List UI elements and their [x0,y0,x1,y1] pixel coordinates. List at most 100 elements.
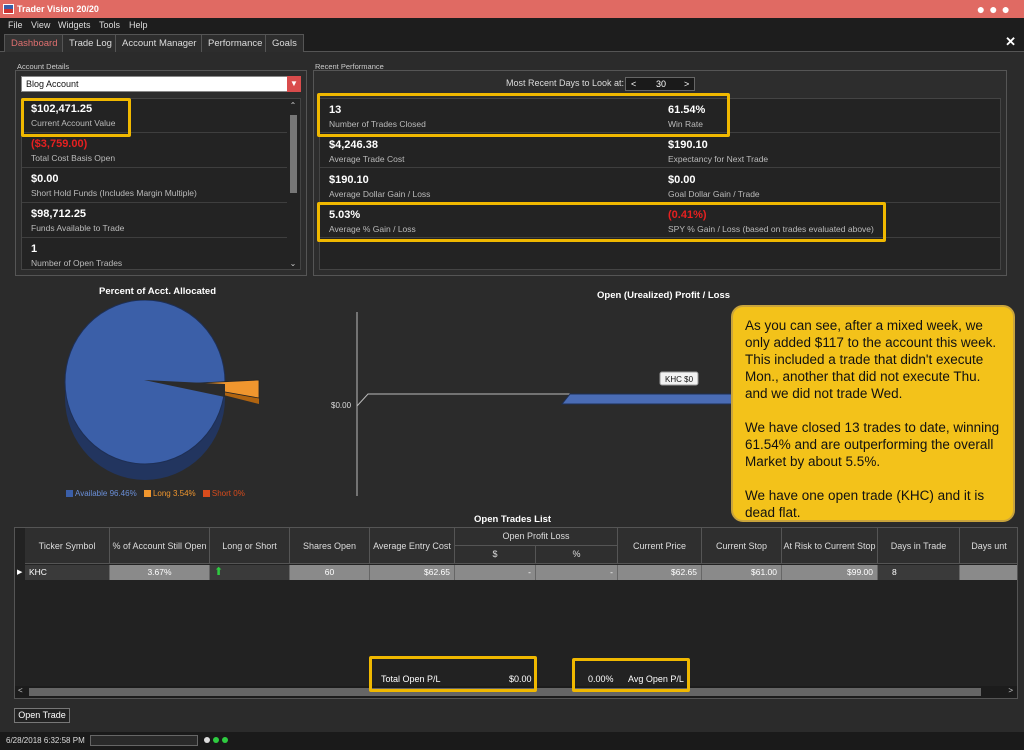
tab-dashboard[interactable]: Dashboard [4,34,65,52]
cell-shares[interactable]: 60 [290,565,370,580]
pie-slice-available [64,300,226,465]
chevron-right-icon[interactable]: > [684,79,689,89]
col-days-until[interactable]: Days unt [960,528,1017,564]
cell-current-stop[interactable]: $61.00 [702,565,782,580]
total-open-pl-label: Total Open P/L [381,674,441,684]
col-at-risk[interactable]: At Risk to Current Stop [782,528,878,564]
cell-long-short[interactable]: ⬆ [210,565,290,580]
chevron-left-icon[interactable]: < [18,686,23,695]
total-open-pl-value: $0.00 [509,674,532,684]
pie-legend: Available 96.46% Long 3.54% Short 0% [66,489,250,498]
legend-short: Short 0% [202,489,245,498]
days-label: Most Recent Days to Look at: [506,78,625,88]
col-pl-dollar[interactable]: $ [455,546,536,564]
chevron-down-icon[interactable]: ▼ [287,76,301,92]
close-icon[interactable]: ✕ [1005,34,1016,50]
col-open-pl[interactable]: Open Profit Loss [455,528,618,546]
status-dot-icon [204,737,210,743]
col-shares[interactable]: Shares Open [290,528,370,564]
chevron-up-icon[interactable]: ⌃ [288,101,298,111]
highlight-box [317,202,886,242]
highlight-box [21,98,131,137]
account-list-scrollbar[interactable]: ⌃ ⌄ [288,101,298,269]
avg-open-pl-label: Avg Open P/L [628,674,684,684]
cell-pct-open[interactable]: 3.67% [110,565,210,580]
legend-available: Available 96.46% [66,489,137,498]
tab-goals[interactable]: Goals [265,34,304,52]
tab-bar: Dashboard Trade Log Account Manager Perf… [0,32,1024,52]
long-arrow-icon: ⬆ [214,566,224,578]
col-long-short[interactable]: Long or Short [210,528,290,564]
status-dot-icon [213,737,219,743]
expectancy-label: Expectancy for Next Trade [668,154,769,164]
short-hold-label: Short Hold Funds (Includes Margin Multip… [31,188,197,198]
goal-dollar-gain-label: Goal Dollar Gain / Trade [668,189,760,199]
cell-days[interactable]: 8 [878,565,960,580]
list-item: 1 Number of Open Trades [22,239,287,269]
chevron-left-icon[interactable]: < [631,79,636,89]
app-flag-icon [3,4,14,14]
pie-chart [64,300,260,480]
col-pct-open[interactable]: % of Account Still Open [110,528,210,564]
menu-tools[interactable]: Tools [99,20,120,30]
menu-widgets[interactable]: Widgets [58,20,91,30]
days-stepper[interactable]: < 30 > [625,77,695,91]
pie-chart-title: Percent of Acct. Allocated [99,286,217,297]
cost-basis-label: Total Cost Basis Open [31,153,116,163]
col-entry[interactable]: Average Entry Cost [370,528,455,564]
cell-pl-dollar[interactable]: - [455,565,536,580]
menu-file[interactable]: File [8,20,23,30]
days-value[interactable]: 30 [656,79,666,89]
avg-dollar-gain-value: $190.10 [329,174,369,186]
col-current-stop[interactable]: Current Stop [702,528,782,564]
account-select[interactable]: Blog Account ▼ [21,76,301,92]
avg-dollar-gain-label: Average Dollar Gain / Loss [329,189,431,199]
callout-paragraph-1: As you can see, after a mixed week, we o… [745,318,997,401]
expectancy-value: $190.10 [668,139,708,151]
menu-view[interactable]: View [31,20,50,30]
funds-available-value: $98,712.25 [31,208,87,220]
avg-trade-cost-value: $4,246.38 [329,139,378,151]
avg-trade-cost-label: Average Trade Cost [329,154,405,164]
account-select-value: Blog Account [26,79,79,89]
menu-bar: File View Widgets Tools Help [0,18,1024,32]
cell-days-until[interactable] [960,565,1017,580]
status-progress-bar [90,735,198,746]
chevron-right-icon[interactable]: > [1008,686,1013,695]
open-trades-count-label: Number of Open Trades [31,258,123,268]
cell-ticker[interactable]: KHC [25,565,110,580]
pl-chart-title: Open (Urealized) Profit / Loss [597,290,731,301]
bar-data-label: KHC $0 [665,375,694,384]
callout-paragraph-3: We have one open trade (KHC) and it is d… [745,488,985,520]
cell-pl-pct[interactable]: - [536,565,618,580]
scrollbar-thumb[interactable] [290,115,297,193]
legend-long-name: Long [152,489,171,498]
cell-at-risk[interactable]: $99.00 [782,565,878,580]
cell-entry[interactable]: $62.65 [370,565,455,580]
legend-available-value: 96.46% [109,489,137,498]
col-current-price[interactable]: Current Price [618,528,702,564]
col-days[interactable]: Days in Trade [878,528,960,564]
open-trades-count: 1 [31,243,38,255]
table-row: $4,246.38 Average Trade Cost $190.10 Expec… [320,134,1000,168]
open-trade-button[interactable]: Open Trade [14,708,70,723]
tab-performance[interactable]: Performance [201,34,270,52]
tab-trade-log[interactable]: Trade Log [62,34,119,52]
col-pl-pct[interactable]: % [536,546,618,564]
legend-short-name: Short [211,489,232,498]
chevron-down-icon[interactable]: ⌄ [288,259,298,269]
table-row: $190.10 Average Dollar Gain / Loss $0.00 G… [320,169,1000,203]
highlight-box [317,93,730,137]
avg-open-pl-value: 0.00% [588,674,614,684]
col-ticker[interactable]: Ticker Symbol [25,528,110,564]
window-title: Trader Vision 20/20 [17,4,99,14]
tab-account-manager[interactable]: Account Manager [115,34,204,52]
list-item: $0.00 Short Hold Funds (Includes Margin … [22,169,287,203]
cell-current-price[interactable]: $62.65 [618,565,702,580]
menu-help[interactable]: Help [129,20,148,30]
status-bar: 6/28/2018 6:32:58 PM [0,732,1024,750]
legend-long: Long 3.54% [143,489,196,498]
cost-basis-value: ($3,759.00) [31,138,88,150]
window-controls-icon[interactable]: ●●● [977,1,1014,17]
list-item: ($3,759.00) Total Cost Basis Open [22,134,287,168]
